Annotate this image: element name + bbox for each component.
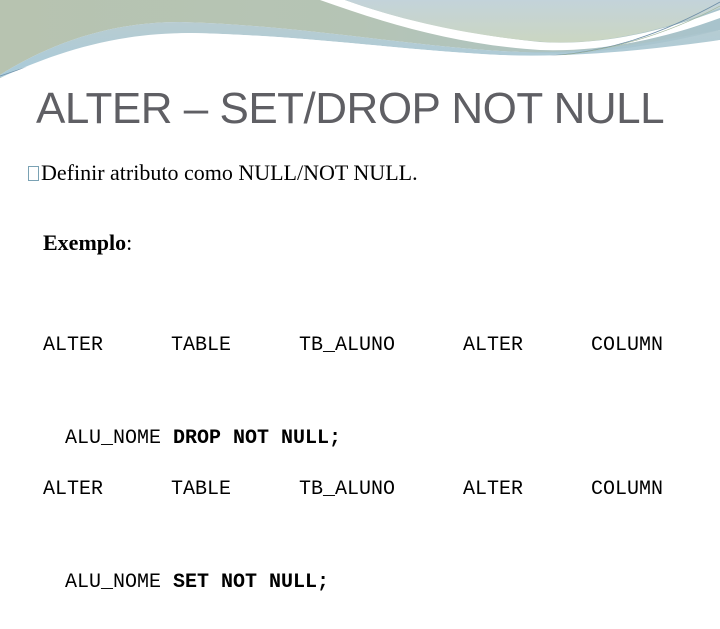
code-token: ALTER: [462, 478, 523, 501]
code-token: TABLE: [170, 478, 231, 501]
example-colon: :: [126, 230, 133, 255]
code-token: ALTER: [462, 334, 523, 357]
code-block-set: ALTER TABLE TB_ALUNO ALTER COLUMN ALU_NO…: [43, 412, 663, 629]
code-token: TB_ALUNO: [298, 478, 395, 501]
code-bold: SET NOT NULL;: [173, 571, 330, 594]
code-line-1: ALTER TABLE TB_ALUNO ALTER COLUMN: [43, 474, 663, 505]
code-plain: ALU_NOME: [65, 571, 174, 594]
code-line-1: ALTER TABLE TB_ALUNO ALTER COLUMN: [43, 330, 663, 361]
bullet-item: Definir atributo como NULL/NOT NULL.: [28, 160, 418, 186]
code-token: TB_ALUNO: [298, 334, 395, 357]
example-label: Exemplo:: [43, 230, 132, 256]
code-token: ALTER: [43, 334, 104, 357]
code-token: COLUMN: [590, 334, 663, 357]
example-label-text: Exemplo: [43, 230, 127, 255]
slide-title: ALTER – SET/DROP NOT NULL: [36, 84, 665, 133]
code-token: ALTER: [43, 478, 104, 501]
square-bullet-icon: [28, 165, 39, 181]
header-wave-decoration: [0, 0, 720, 90]
code-token: COLUMN: [590, 478, 663, 501]
code-line-2: ALU_NOME SET NOT NULL;: [43, 567, 663, 598]
code-token: TABLE: [170, 334, 231, 357]
bullet-text: Definir atributo como NULL/NOT NULL.: [41, 160, 418, 185]
